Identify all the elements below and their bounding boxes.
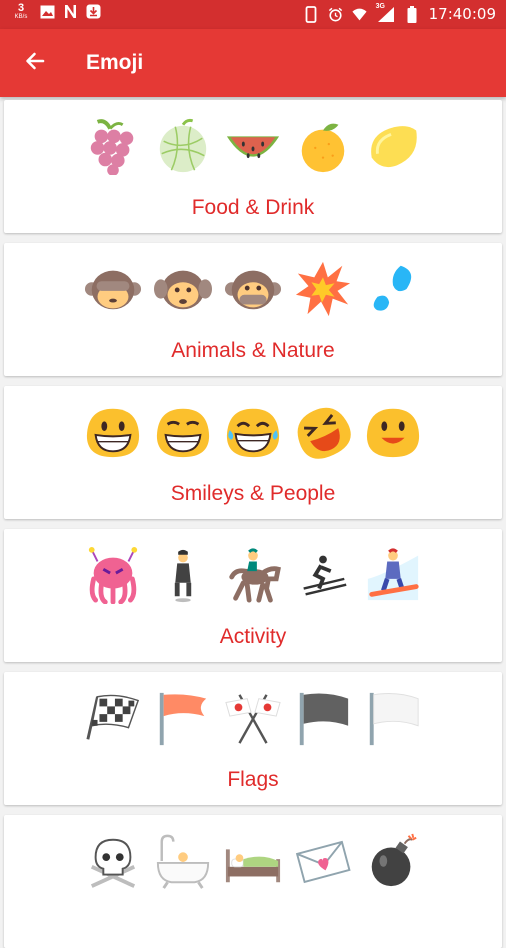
- category-card-animals-nature[interactable]: Animals & Nature: [4, 243, 502, 376]
- emoji-preview-row: [4, 259, 502, 319]
- status-bar: 3 KB/s 3G 17:40:09: [0, 0, 506, 29]
- grapes-icon: [83, 116, 143, 176]
- arrow-back-icon: [23, 49, 47, 78]
- melon-icon: [153, 116, 213, 176]
- clock: 17:40:09: [428, 5, 496, 23]
- horse-racing-icon: [223, 545, 283, 605]
- wifi-icon: [352, 7, 367, 22]
- hear-no-evil-monkey-icon: [153, 259, 213, 319]
- back-button[interactable]: [21, 49, 49, 77]
- alarm-icon: [328, 7, 343, 22]
- emoji-preview-row: [4, 545, 502, 605]
- category-card-activity[interactable]: Activity: [4, 529, 502, 662]
- bomb-icon: [363, 831, 423, 891]
- vibrate-icon: [304, 5, 319, 23]
- triangular-flag-icon: [153, 688, 213, 748]
- black-flag-icon: [293, 688, 353, 748]
- alien-monster-icon: [83, 545, 143, 605]
- category-card-flags[interactable]: Flags: [4, 672, 502, 805]
- category-label: Flags: [227, 768, 279, 791]
- category-card-objects[interactable]: [4, 815, 502, 948]
- smiling-face-icon: [363, 402, 423, 462]
- collision-icon: [293, 259, 353, 319]
- tangerine-icon: [293, 116, 353, 176]
- rolling-laughing-face-icon: [293, 402, 353, 462]
- white-flag-icon: [363, 688, 423, 748]
- see-no-evil-monkey-icon: [83, 259, 143, 319]
- net-speed-value: 3: [17, 2, 25, 14]
- app-bar: Emoji: [0, 29, 506, 97]
- emoji-preview-row: [4, 402, 502, 462]
- category-card-smileys-people[interactable]: Smileys & People: [4, 386, 502, 519]
- love-letter-icon: [293, 831, 353, 891]
- sweat-droplets-icon: [363, 259, 423, 319]
- watermelon-icon: [223, 116, 283, 176]
- skull-crossbones-icon: [83, 831, 143, 891]
- network-speed: 3 KB/s: [10, 2, 32, 21]
- download-icon: [86, 4, 101, 19]
- category-label: Food & Drink: [191, 196, 315, 219]
- emoji-preview-row: [4, 116, 502, 176]
- category-label: Animals & Nature: [171, 339, 335, 362]
- page-title: Emoji: [86, 51, 144, 74]
- grin-sweat-face-icon: [223, 402, 283, 462]
- cell-signal-icon: 3G: [376, 3, 396, 22]
- lemon-icon: [363, 116, 423, 176]
- network-type: 3G: [375, 2, 385, 10]
- emoji-preview-row: [4, 831, 502, 891]
- crossed-flags-icon: [223, 688, 283, 748]
- category-card-food-drink[interactable]: Food & Drink: [4, 100, 502, 233]
- skier-icon: [293, 545, 353, 605]
- snowboarder-icon: [363, 545, 423, 605]
- bathtub-icon: [153, 831, 213, 891]
- levitating-man-icon: [153, 545, 213, 605]
- net-speed-unit: KB/s: [14, 14, 28, 20]
- chequered-flag-icon: [83, 688, 143, 748]
- gallery-icon: [40, 4, 55, 19]
- n-app-icon: [63, 4, 78, 19]
- category-label: Activity: [219, 625, 287, 648]
- grimacing-face-icon: [153, 402, 213, 462]
- battery-icon: [405, 5, 420, 23]
- grinning-face-icon: [83, 402, 143, 462]
- emoji-preview-row: [4, 688, 502, 748]
- speak-no-evil-monkey-icon: [223, 259, 283, 319]
- bed-icon: [223, 831, 283, 891]
- category-label: Smileys & People: [170, 482, 336, 505]
